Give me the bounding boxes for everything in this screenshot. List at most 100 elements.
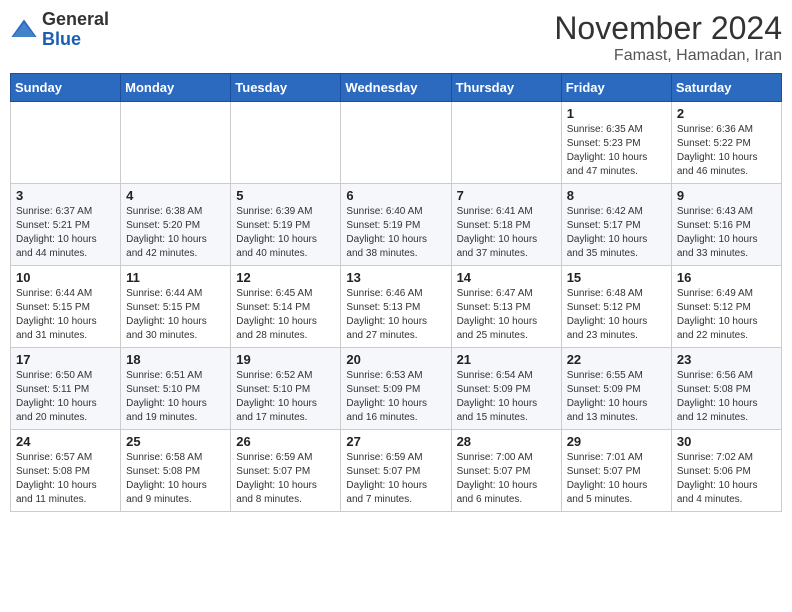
day-info: Sunrise: 6:35 AM Sunset: 5:23 PM Dayligh… [567,123,666,179]
calendar-cell [231,102,341,184]
calendar-cell [121,102,231,184]
calendar-cell: 4 Sunrise: 6:38 AM Sunset: 5:20 PM Dayli… [121,184,231,266]
weekday-header-saturday: Saturday [671,74,781,102]
day-info: Sunrise: 6:37 AM Sunset: 5:21 PM Dayligh… [16,205,115,261]
title-block: November 2024 Famast, Hamadan, Iran [554,10,782,65]
calendar-week-1: 1 Sunrise: 6:35 AM Sunset: 5:23 PM Dayli… [11,102,782,184]
logo-icon [10,16,38,44]
calendar-cell: 29 Sunrise: 7:01 AM Sunset: 5:07 PM Dayl… [561,430,671,512]
calendar-cell: 1 Sunrise: 6:35 AM Sunset: 5:23 PM Dayli… [561,102,671,184]
day-info: Sunrise: 6:41 AM Sunset: 5:18 PM Dayligh… [457,205,556,261]
day-info: Sunrise: 6:45 AM Sunset: 5:14 PM Dayligh… [236,287,335,343]
calendar-cell: 11 Sunrise: 6:44 AM Sunset: 5:15 PM Dayl… [121,266,231,348]
calendar-cell: 6 Sunrise: 6:40 AM Sunset: 5:19 PM Dayli… [341,184,451,266]
calendar-cell: 9 Sunrise: 6:43 AM Sunset: 5:16 PM Dayli… [671,184,781,266]
page-header: General Blue November 2024 Famast, Hamad… [10,10,782,65]
calendar-cell [11,102,121,184]
calendar-cell: 2 Sunrise: 6:36 AM Sunset: 5:22 PM Dayli… [671,102,781,184]
calendar-cell: 13 Sunrise: 6:46 AM Sunset: 5:13 PM Dayl… [341,266,451,348]
day-info: Sunrise: 6:59 AM Sunset: 5:07 PM Dayligh… [346,451,445,507]
day-info: Sunrise: 6:57 AM Sunset: 5:08 PM Dayligh… [16,451,115,507]
day-info: Sunrise: 6:49 AM Sunset: 5:12 PM Dayligh… [677,287,776,343]
day-info: Sunrise: 7:02 AM Sunset: 5:06 PM Dayligh… [677,451,776,507]
day-info: Sunrise: 6:58 AM Sunset: 5:08 PM Dayligh… [126,451,225,507]
day-info: Sunrise: 6:40 AM Sunset: 5:19 PM Dayligh… [346,205,445,261]
calendar-cell: 17 Sunrise: 6:50 AM Sunset: 5:11 PM Dayl… [11,348,121,430]
weekday-header-wednesday: Wednesday [341,74,451,102]
day-info: Sunrise: 6:52 AM Sunset: 5:10 PM Dayligh… [236,369,335,425]
month-title: November 2024 [554,10,782,47]
day-info: Sunrise: 6:47 AM Sunset: 5:13 PM Dayligh… [457,287,556,343]
calendar-cell: 15 Sunrise: 6:48 AM Sunset: 5:12 PM Dayl… [561,266,671,348]
location: Famast, Hamadan, Iran [554,47,782,65]
logo: General Blue [10,10,109,50]
calendar-cell: 23 Sunrise: 6:56 AM Sunset: 5:08 PM Dayl… [671,348,781,430]
calendar-cell: 16 Sunrise: 6:49 AM Sunset: 5:12 PM Dayl… [671,266,781,348]
calendar-cell: 21 Sunrise: 6:54 AM Sunset: 5:09 PM Dayl… [451,348,561,430]
calendar-table: SundayMondayTuesdayWednesdayThursdayFrid… [10,73,782,512]
calendar-cell: 10 Sunrise: 6:44 AM Sunset: 5:15 PM Dayl… [11,266,121,348]
calendar-cell [341,102,451,184]
weekday-header-sunday: Sunday [11,74,121,102]
day-number: 20 [346,352,445,367]
calendar-cell: 25 Sunrise: 6:58 AM Sunset: 5:08 PM Dayl… [121,430,231,512]
day-number: 3 [16,188,115,203]
day-info: Sunrise: 6:48 AM Sunset: 5:12 PM Dayligh… [567,287,666,343]
calendar-week-4: 17 Sunrise: 6:50 AM Sunset: 5:11 PM Dayl… [11,348,782,430]
calendar-cell: 30 Sunrise: 7:02 AM Sunset: 5:06 PM Dayl… [671,430,781,512]
weekday-header-row: SundayMondayTuesdayWednesdayThursdayFrid… [11,74,782,102]
day-number: 16 [677,270,776,285]
day-number: 14 [457,270,556,285]
weekday-header-tuesday: Tuesday [231,74,341,102]
day-number: 23 [677,352,776,367]
day-info: Sunrise: 6:46 AM Sunset: 5:13 PM Dayligh… [346,287,445,343]
calendar-week-5: 24 Sunrise: 6:57 AM Sunset: 5:08 PM Dayl… [11,430,782,512]
day-info: Sunrise: 6:59 AM Sunset: 5:07 PM Dayligh… [236,451,335,507]
day-number: 1 [567,106,666,121]
calendar-cell: 28 Sunrise: 7:00 AM Sunset: 5:07 PM Dayl… [451,430,561,512]
calendar-cell: 14 Sunrise: 6:47 AM Sunset: 5:13 PM Dayl… [451,266,561,348]
day-info: Sunrise: 6:51 AM Sunset: 5:10 PM Dayligh… [126,369,225,425]
day-number: 24 [16,434,115,449]
day-number: 30 [677,434,776,449]
day-info: Sunrise: 6:53 AM Sunset: 5:09 PM Dayligh… [346,369,445,425]
day-number: 29 [567,434,666,449]
day-info: Sunrise: 6:36 AM Sunset: 5:22 PM Dayligh… [677,123,776,179]
day-info: Sunrise: 6:42 AM Sunset: 5:17 PM Dayligh… [567,205,666,261]
calendar-cell: 18 Sunrise: 6:51 AM Sunset: 5:10 PM Dayl… [121,348,231,430]
day-info: Sunrise: 6:54 AM Sunset: 5:09 PM Dayligh… [457,369,556,425]
day-number: 8 [567,188,666,203]
calendar-cell: 27 Sunrise: 6:59 AM Sunset: 5:07 PM Dayl… [341,430,451,512]
day-info: Sunrise: 7:01 AM Sunset: 5:07 PM Dayligh… [567,451,666,507]
calendar-cell [451,102,561,184]
day-number: 10 [16,270,115,285]
calendar-cell: 3 Sunrise: 6:37 AM Sunset: 5:21 PM Dayli… [11,184,121,266]
calendar-cell: 8 Sunrise: 6:42 AM Sunset: 5:17 PM Dayli… [561,184,671,266]
day-number: 12 [236,270,335,285]
calendar-cell: 7 Sunrise: 6:41 AM Sunset: 5:18 PM Dayli… [451,184,561,266]
day-number: 7 [457,188,556,203]
day-info: Sunrise: 6:38 AM Sunset: 5:20 PM Dayligh… [126,205,225,261]
logo-text: General Blue [42,10,109,50]
day-info: Sunrise: 6:55 AM Sunset: 5:09 PM Dayligh… [567,369,666,425]
calendar-cell: 12 Sunrise: 6:45 AM Sunset: 5:14 PM Dayl… [231,266,341,348]
weekday-header-friday: Friday [561,74,671,102]
day-info: Sunrise: 6:44 AM Sunset: 5:15 PM Dayligh… [126,287,225,343]
day-number: 18 [126,352,225,367]
day-number: 21 [457,352,556,367]
calendar-cell: 19 Sunrise: 6:52 AM Sunset: 5:10 PM Dayl… [231,348,341,430]
calendar-cell: 20 Sunrise: 6:53 AM Sunset: 5:09 PM Dayl… [341,348,451,430]
day-number: 15 [567,270,666,285]
calendar-cell: 22 Sunrise: 6:55 AM Sunset: 5:09 PM Dayl… [561,348,671,430]
day-number: 13 [346,270,445,285]
calendar-cell: 5 Sunrise: 6:39 AM Sunset: 5:19 PM Dayli… [231,184,341,266]
weekday-header-thursday: Thursday [451,74,561,102]
logo-blue: Blue [42,29,81,49]
calendar-cell: 24 Sunrise: 6:57 AM Sunset: 5:08 PM Dayl… [11,430,121,512]
calendar-week-3: 10 Sunrise: 6:44 AM Sunset: 5:15 PM Dayl… [11,266,782,348]
calendar-cell: 26 Sunrise: 6:59 AM Sunset: 5:07 PM Dayl… [231,430,341,512]
day-number: 22 [567,352,666,367]
day-info: Sunrise: 7:00 AM Sunset: 5:07 PM Dayligh… [457,451,556,507]
day-number: 2 [677,106,776,121]
day-number: 19 [236,352,335,367]
